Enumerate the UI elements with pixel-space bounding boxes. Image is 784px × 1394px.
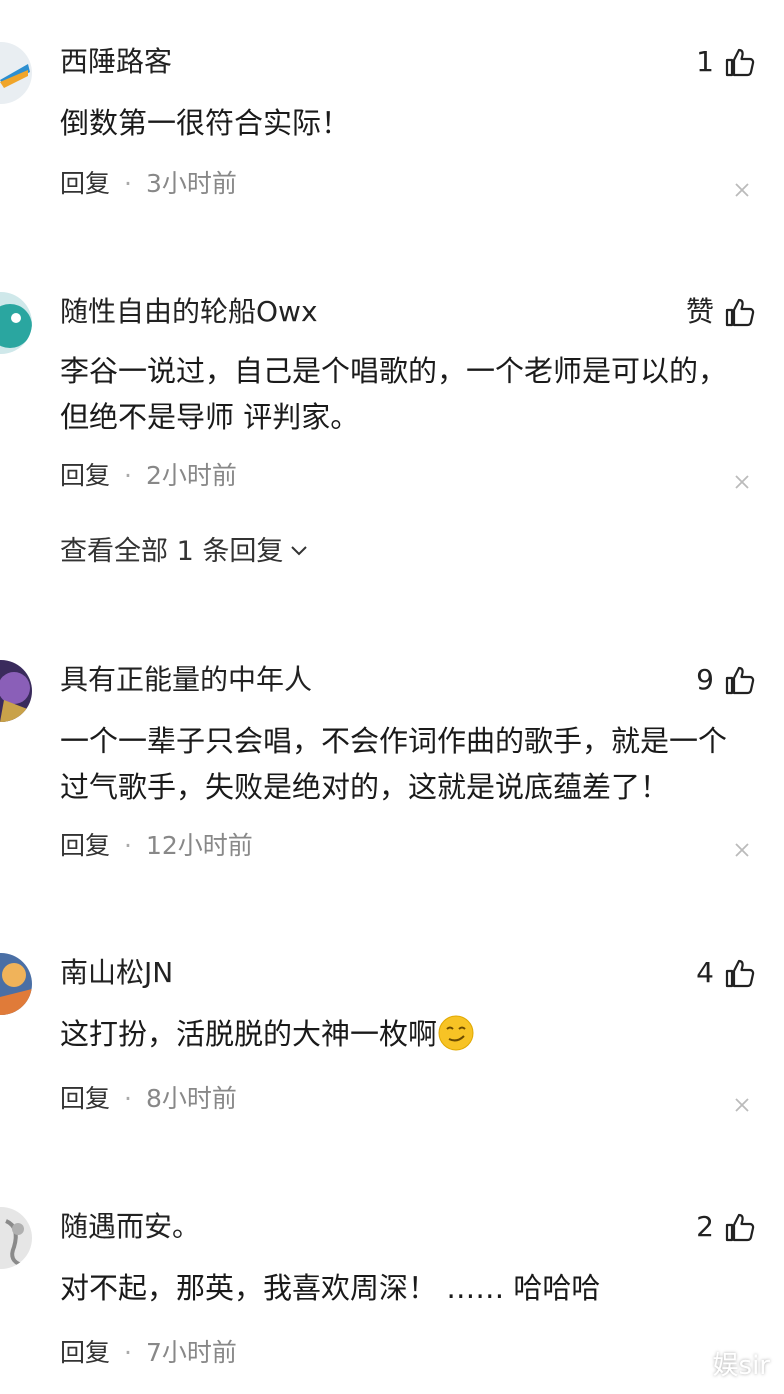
thumbs-up-icon: [724, 664, 756, 696]
comment-time: 3小时前: [145, 169, 237, 198]
separator-dot: ·: [124, 831, 132, 860]
comment-meta: 回复 · 12小时前: [60, 828, 253, 864]
thumbs-up-icon: [724, 957, 756, 989]
chevron-down-icon: [289, 532, 309, 572]
like-count: 1: [696, 45, 714, 78]
like-button[interactable]: 赞: [686, 292, 756, 332]
like-button[interactable]: 1: [696, 42, 756, 82]
close-icon[interactable]: [734, 842, 750, 858]
avatar[interactable]: [0, 953, 32, 1015]
comment-meta: 回复 · 7小时前: [60, 1335, 237, 1371]
separator-dot: ·: [124, 1338, 132, 1367]
comment-content: 一个一辈子只会唱，不会作词作曲的歌手，就是一个过气歌手，失败是绝对的，这就是说底…: [60, 724, 728, 804]
thumbs-up-icon: [724, 46, 756, 78]
comment-content: 李谷一说过，自己是个唱歌的，一个老师是可以的，但绝不是导师 评判家。: [60, 354, 728, 434]
close-icon[interactable]: [734, 474, 750, 490]
comment-content: 对不起，那英，我喜欢周深！ …… 哈哈哈: [60, 1271, 601, 1305]
comment-time: 7小时前: [145, 1338, 237, 1367]
like-count: 4: [696, 956, 714, 989]
smirk-emoji-icon: [437, 1014, 475, 1052]
like-button[interactable]: 4: [696, 953, 756, 993]
thumbs-up-icon: [724, 1211, 756, 1243]
comment-text: 这打扮，活脱脱的大神一枚啊: [60, 1017, 438, 1051]
avatar[interactable]: [0, 660, 32, 722]
comment-time: 2小时前: [145, 461, 237, 490]
comment-content: 倒数第一很符合实际！: [60, 106, 351, 140]
close-icon[interactable]: [734, 182, 750, 198]
avatar[interactable]: [0, 1207, 32, 1269]
like-count: 9: [696, 663, 714, 696]
like-button[interactable]: 9: [696, 660, 756, 700]
reply-button[interactable]: 回复: [60, 1081, 110, 1117]
comment-time: 8小时前: [145, 1084, 237, 1113]
separator-dot: ·: [124, 461, 132, 490]
separator-dot: ·: [124, 1084, 132, 1113]
thumbs-up-icon: [724, 296, 756, 328]
like-count: 2: [696, 1210, 714, 1243]
comment-meta: 回复 · 2小时前: [60, 458, 237, 494]
reply-button[interactable]: 回复: [60, 1335, 110, 1371]
like-count: 赞: [685, 295, 714, 328]
reply-button[interactable]: 回复: [60, 166, 110, 202]
comment-username[interactable]: 西陲路客: [60, 42, 172, 82]
avatar[interactable]: [0, 292, 32, 354]
view-all-replies-label: 查看全部 1 条回复: [60, 536, 284, 567]
comment-time: 12小时前: [145, 831, 253, 860]
comment-content: 这打扮，活脱脱的大神一枚啊: [60, 1011, 750, 1057]
separator-dot: ·: [124, 169, 132, 198]
comment-username[interactable]: 随遇而安。: [60, 1207, 200, 1247]
close-icon[interactable]: [734, 1097, 750, 1113]
comment-meta: 回复 · 3小时前: [60, 166, 237, 202]
watermark: 娱sir: [712, 1351, 770, 1381]
comment-username[interactable]: 南山松JN: [60, 953, 173, 993]
comment-username[interactable]: 具有正能量的中年人: [60, 660, 312, 700]
comment-meta: 回复 · 8小时前: [60, 1081, 237, 1117]
avatar[interactable]: [0, 42, 32, 104]
like-button[interactable]: 2: [696, 1207, 756, 1247]
reply-button[interactable]: 回复: [60, 458, 110, 494]
view-all-replies-button[interactable]: 查看全部 1 条回复: [60, 532, 309, 572]
reply-button[interactable]: 回复: [60, 828, 110, 864]
comment-username[interactable]: 随性自由的轮船Owx: [60, 292, 318, 332]
